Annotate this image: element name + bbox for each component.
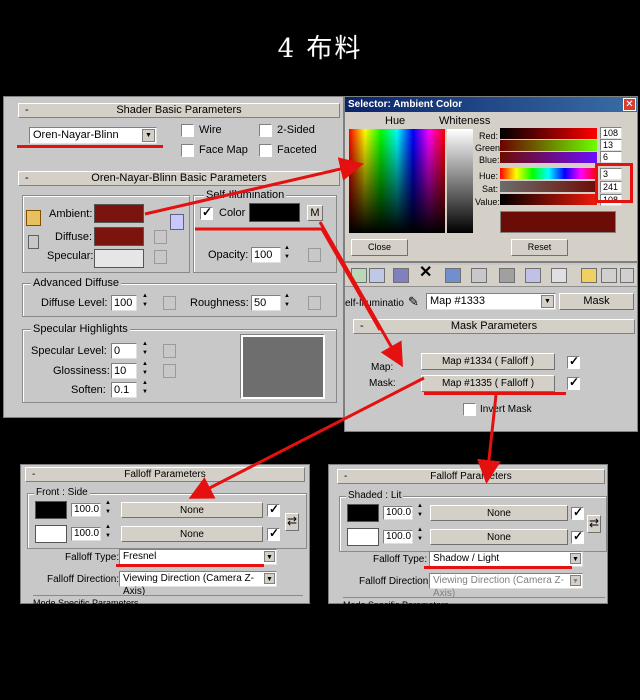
arrow-map-to-falloff-left [188,376,425,499]
arrow-selfillum-to-mask-tail [318,221,403,368]
arrow-ambient-to-selector [144,157,364,216]
arrow-mask-to-falloff-right [477,394,501,484]
annotation-arrows [144,157,501,499]
